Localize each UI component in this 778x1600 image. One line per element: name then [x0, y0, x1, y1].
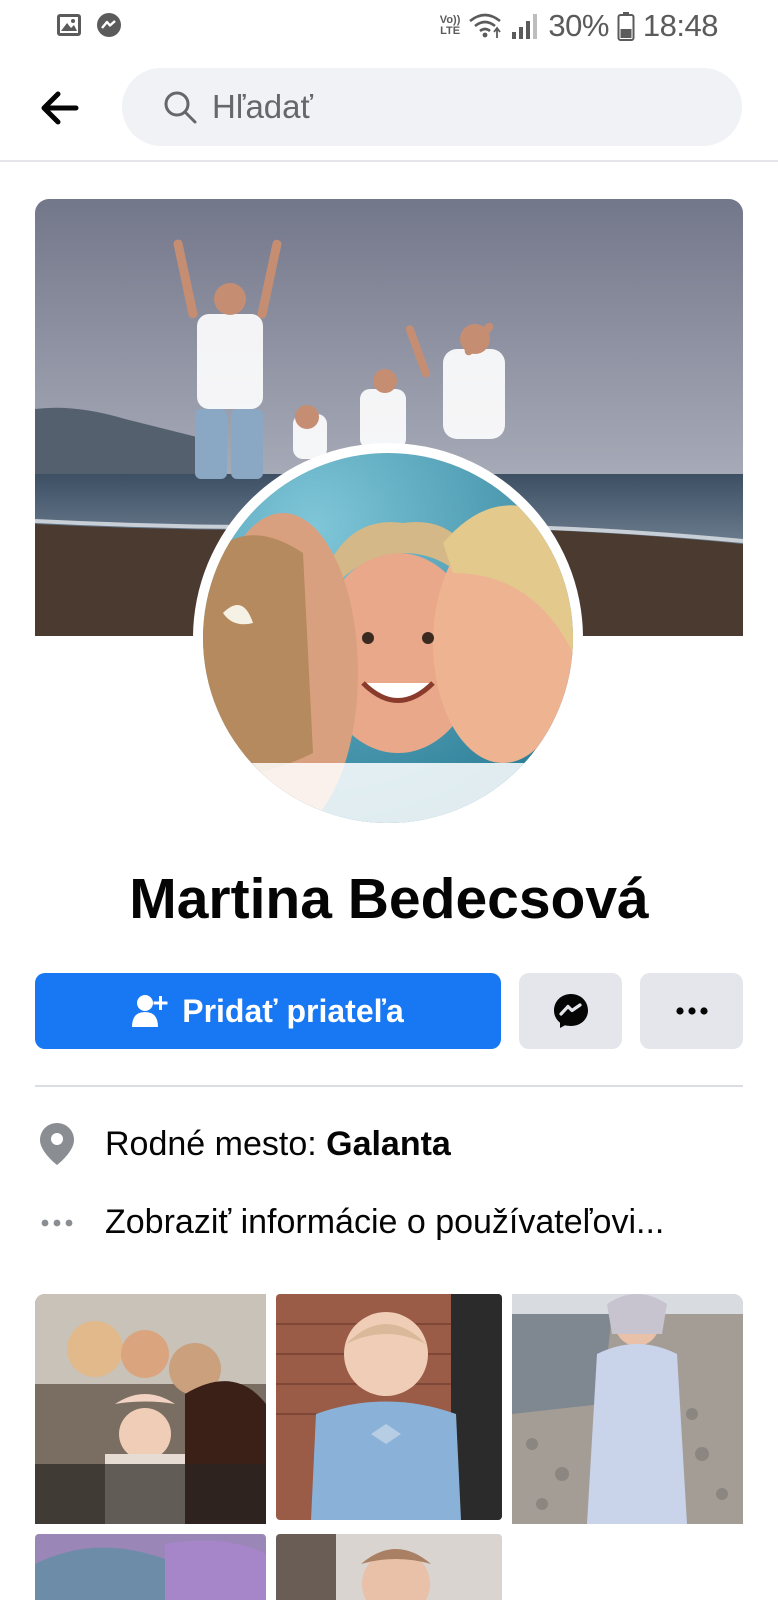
- search-icon: [164, 91, 197, 124]
- messenger-icon: [97, 13, 121, 37]
- clock: 18:48: [642, 8, 719, 43]
- battery-icon: [617, 12, 635, 41]
- location-pin-icon: [35, 1122, 79, 1166]
- volte-indicator: Vo)) LTE: [439, 14, 461, 37]
- status-bar: Vo)) LTE 30% 18:48: [0, 0, 778, 52]
- gallery-icon: [57, 14, 81, 36]
- search-bar[interactable]: [122, 68, 742, 146]
- add-friend-button[interactable]: Pridať priateľa: [35, 973, 501, 1049]
- status-bar-left: [56, 12, 122, 38]
- battery-percent: 30%: [548, 8, 609, 43]
- hometown-row: Rodné mesto: Galanta: [35, 1122, 743, 1166]
- profile-name: Martina Bedecsová: [129, 867, 649, 931]
- photo-thumbnail-image: [276, 1294, 502, 1520]
- profile-picture-frame[interactable]: [193, 443, 583, 833]
- section-divider: [35, 1085, 743, 1087]
- more-dots-icon: [35, 1218, 79, 1228]
- wifi-icon: [469, 13, 502, 38]
- photo-thumbnail-image: [35, 1294, 266, 1524]
- message-button[interactable]: [519, 973, 622, 1049]
- about-info-label: Zobraziť informácie o používateľovi...: [105, 1203, 665, 1241]
- profile-picture[interactable]: [203, 453, 573, 823]
- more-dots-icon: [675, 1007, 708, 1015]
- more-options-button[interactable]: [640, 973, 743, 1049]
- hometown-label: Rodné mesto:: [105, 1124, 327, 1163]
- profile-picture-image: [203, 453, 573, 823]
- about-info-link[interactable]: Zobraziť informácie o používateľovi...: [35, 1203, 743, 1242]
- top-navigation: [0, 62, 778, 162]
- photo-thumbnail[interactable]: [276, 1534, 502, 1600]
- status-bar-right: Vo)) LTE 30% 18:48: [439, 8, 719, 44]
- photo-thumbnail-image: [512, 1294, 743, 1524]
- signal-icon: [512, 14, 538, 39]
- search-input[interactable]: [212, 88, 692, 126]
- photo-thumbnail-image: [276, 1534, 502, 1600]
- photo-thumbnail[interactable]: [276, 1294, 502, 1520]
- photo-thumbnail-image: [35, 1534, 266, 1600]
- hometown-value[interactable]: Galanta: [326, 1125, 451, 1164]
- photo-thumbnail[interactable]: [35, 1534, 266, 1600]
- back-button[interactable]: [36, 84, 84, 132]
- photo-thumbnail[interactable]: [35, 1294, 266, 1524]
- messenger-icon: [553, 994, 588, 1028]
- arrow-left-icon: [41, 91, 79, 125]
- add-friend-icon: [132, 995, 168, 1027]
- photo-thumbnail[interactable]: [512, 1294, 743, 1524]
- add-friend-label: Pridať priateľa: [182, 992, 404, 1029]
